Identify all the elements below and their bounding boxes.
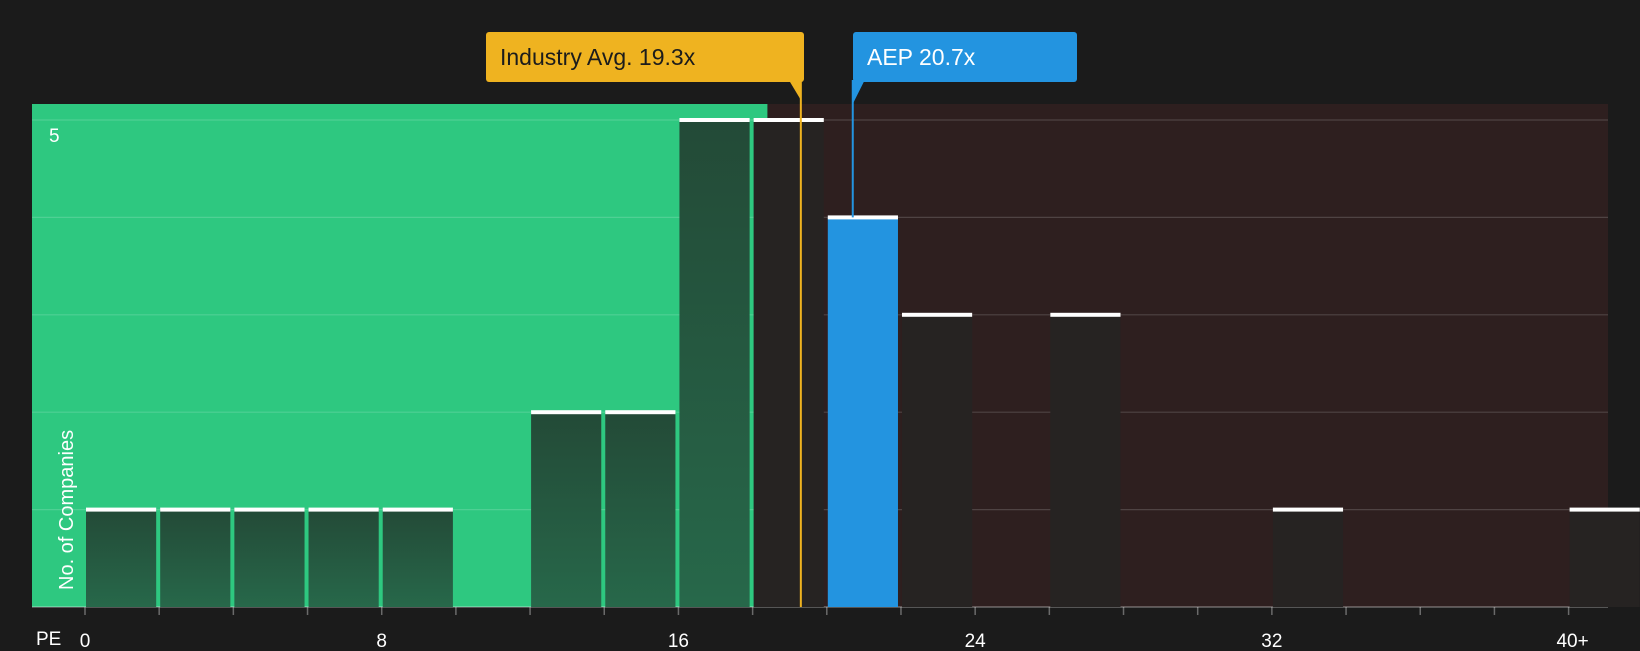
company-pe-callout: AEP 20.7x xyxy=(853,32,1077,82)
histogram-bar xyxy=(160,509,231,607)
histogram-bar xyxy=(308,509,379,607)
histogram-bar xyxy=(1050,314,1121,607)
histogram-bar xyxy=(86,509,157,607)
histogram-bar xyxy=(753,120,824,607)
histogram-bar xyxy=(605,412,676,607)
histogram-bar xyxy=(1569,509,1640,607)
x-tick-label: 32 xyxy=(1261,631,1282,650)
histogram-bar xyxy=(679,120,750,607)
x-axis-label: PE xyxy=(36,629,62,650)
bar-cap xyxy=(679,118,750,122)
bar-cap xyxy=(1050,312,1121,317)
bar-cap xyxy=(160,507,231,512)
bar-cap xyxy=(1569,507,1640,512)
y-axis-label: No. of Companies xyxy=(56,429,78,590)
bar-cap xyxy=(308,507,379,512)
company-bar xyxy=(827,217,898,607)
bar-cap xyxy=(86,507,157,512)
x-tick-label: 16 xyxy=(668,631,689,650)
bar-cap xyxy=(531,410,602,415)
histogram-bar xyxy=(234,509,305,607)
bar-cap xyxy=(605,410,676,415)
x-tick-label: 40+ xyxy=(1556,631,1588,650)
bar-cap xyxy=(1272,507,1344,512)
histogram-bar xyxy=(1272,509,1344,607)
industry-callout-pointer xyxy=(788,80,801,100)
pe-histogram-chart: 0 8 16 24 32 40+ xyxy=(32,80,1640,650)
bar-cap xyxy=(382,507,453,512)
y-axis-max-label: 5 xyxy=(49,126,60,147)
histogram-bar xyxy=(901,314,973,607)
industry-average-callout: Industry Avg. 19.3x xyxy=(486,32,804,82)
x-tick-label: 0 xyxy=(80,631,91,650)
bar-cap xyxy=(827,215,898,220)
x-tick-label: 24 xyxy=(965,631,987,650)
bar-cap xyxy=(901,312,973,317)
histogram-bar xyxy=(382,509,453,607)
bar-cap xyxy=(753,118,824,122)
x-tick-label: 8 xyxy=(376,631,387,650)
company-callout-pointer xyxy=(852,80,865,104)
histogram-bar xyxy=(531,412,602,607)
bar-cap xyxy=(234,507,305,512)
